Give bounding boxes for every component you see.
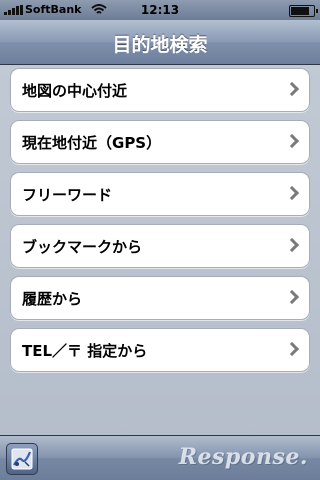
- response-watermark: Response.: [178, 444, 308, 470]
- menu-item-history[interactable]: 履歴から: [10, 276, 310, 320]
- battery-icon: [289, 5, 318, 17]
- chevron-right-icon: [284, 237, 300, 253]
- menu-item-bookmarks[interactable]: ブックマークから: [10, 224, 310, 268]
- status-time: 12:13: [140, 3, 180, 17]
- chevron-right-icon: [284, 341, 300, 357]
- menu-item-label: 履歴から: [22, 290, 83, 308]
- menu-item-label: ブックマークから: [22, 238, 143, 256]
- chevron-right-icon: [284, 133, 300, 149]
- map-icon: [11, 448, 33, 470]
- chevron-right-icon: [284, 81, 300, 97]
- menu-item-label: 地図の中心付近: [22, 82, 128, 100]
- menu-item-label: 現在地付近（GPS）: [22, 134, 162, 152]
- map-button[interactable]: [6, 443, 38, 475]
- menu-item-free-word[interactable]: フリーワード: [10, 172, 310, 216]
- menu-item-tel-postal[interactable]: TEL／〒 指定から: [10, 328, 310, 372]
- search-options-list: 地図の中心付近 現在地付近（GPS） フリーワード ブックマークから 履歴から …: [10, 68, 310, 380]
- page-title: 目的地検索: [112, 34, 208, 56]
- status-bar: SoftBank 12:13: [0, 0, 320, 20]
- navigation-bar: 目的地検索: [0, 20, 320, 65]
- bottom-toolbar: Response.: [0, 435, 320, 480]
- chevron-right-icon: [284, 289, 300, 305]
- menu-item-map-center[interactable]: 地図の中心付近: [10, 68, 310, 112]
- chevron-right-icon: [284, 185, 300, 201]
- menu-item-label: TEL／〒 指定から: [22, 342, 148, 360]
- menu-item-label: フリーワード: [22, 186, 113, 204]
- menu-item-current-location[interactable]: 現在地付近（GPS）: [10, 120, 310, 164]
